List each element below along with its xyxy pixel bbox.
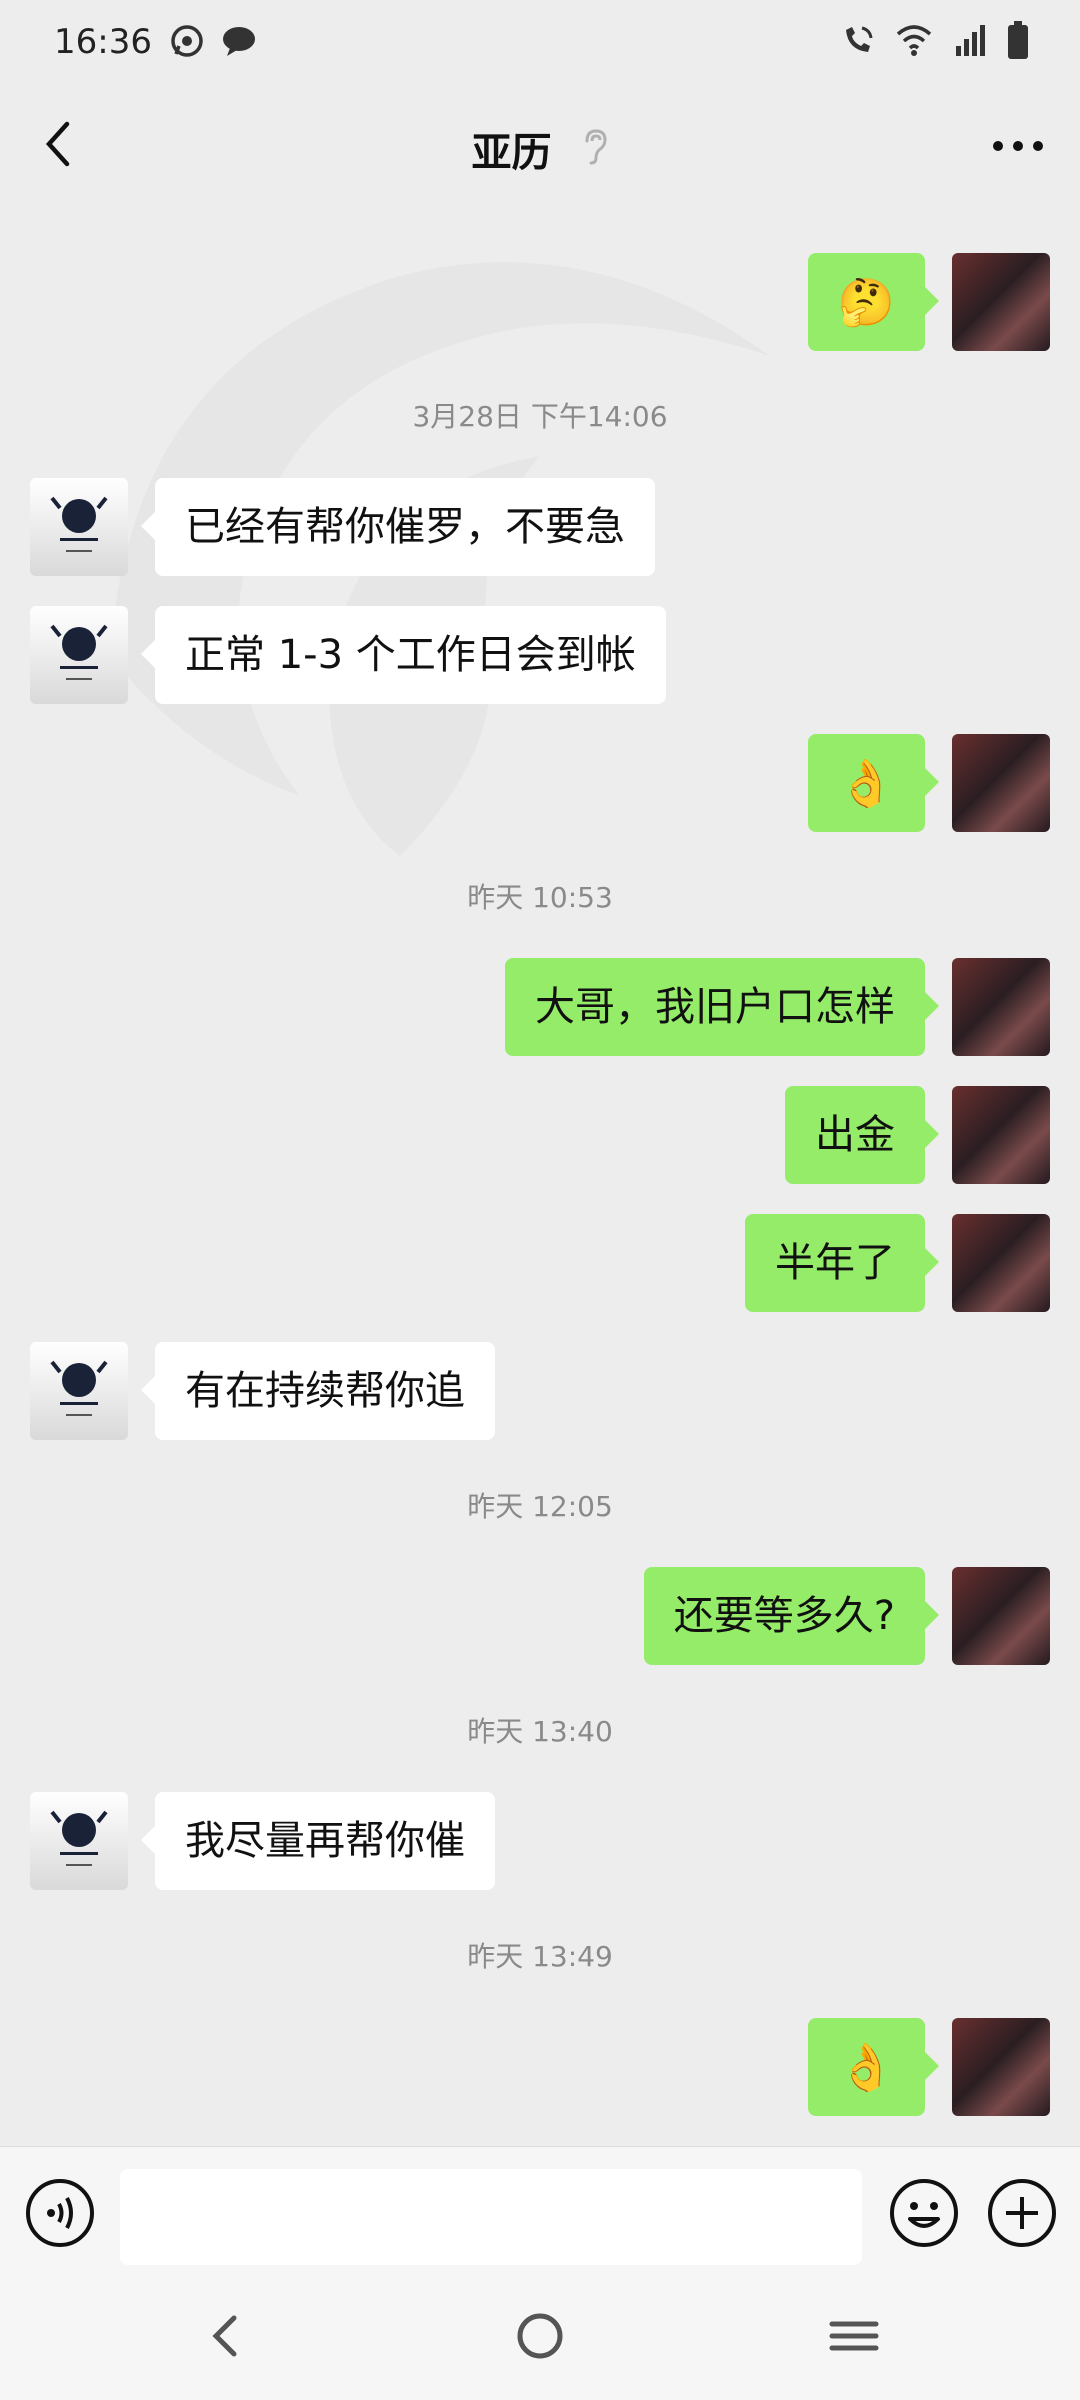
message-bubble-self[interactable]: 大哥，我旧户口怎样 bbox=[505, 958, 939, 1056]
chat-header: 亚历 bbox=[0, 86, 1080, 206]
self-avatar[interactable] bbox=[952, 958, 1050, 1056]
message-bubble-other[interactable]: 我尽量再帮你催 bbox=[141, 1792, 495, 1890]
message-timestamp: 昨天 12:05 bbox=[467, 1490, 613, 1523]
status-notification-icons bbox=[168, 22, 258, 64]
message-bubble-self[interactable]: 还要等多久? bbox=[643, 1567, 940, 1665]
message-input-bar bbox=[0, 2146, 1080, 2277]
message-icon bbox=[220, 22, 258, 64]
chat-title-wrap: 亚历 bbox=[0, 120, 1080, 178]
status-time: 16:36 bbox=[54, 22, 152, 62]
ok-hand-emoji-icon: 👌 bbox=[837, 756, 895, 810]
plus-icon bbox=[986, 2179, 1058, 2253]
contact-avatar[interactable] bbox=[30, 1342, 128, 1440]
more-functions-button[interactable] bbox=[986, 2177, 1058, 2253]
message-timestamp: 昨天 13:40 bbox=[467, 1715, 613, 1748]
more-dots-icon bbox=[992, 137, 1044, 156]
message-timestamp: 昨天 10:53 bbox=[467, 881, 613, 914]
nav-recents-icon bbox=[824, 2321, 884, 2370]
message-bubble-other[interactable]: 有在持续帮你追 bbox=[141, 1342, 495, 1440]
self-avatar[interactable] bbox=[952, 734, 1050, 832]
self-avatar[interactable] bbox=[952, 2018, 1050, 2116]
system-back-button[interactable] bbox=[196, 2306, 256, 2370]
chat-title[interactable]: 亚历 bbox=[471, 130, 551, 176]
status-bar: 16:36 bbox=[0, 0, 1080, 86]
emoji-button[interactable] bbox=[888, 2177, 960, 2253]
message-bubble-self[interactable]: 👌 bbox=[807, 734, 940, 832]
self-avatar[interactable] bbox=[952, 1086, 1050, 1184]
system-home-button[interactable] bbox=[510, 2306, 570, 2370]
message-bubble-other[interactable]: 正常 1-3 个工作日会到帐 bbox=[141, 606, 666, 704]
signal-icon bbox=[952, 22, 988, 62]
self-avatar[interactable] bbox=[952, 253, 1050, 351]
nav-back-icon bbox=[196, 2315, 256, 2370]
emoji-icon bbox=[888, 2179, 960, 2253]
more-options-button[interactable] bbox=[984, 118, 1052, 174]
system-recents-button[interactable] bbox=[824, 2306, 884, 2370]
message-timestamp: 昨天 13:49 bbox=[467, 1940, 613, 1973]
voice-icon bbox=[24, 2179, 96, 2253]
voice-input-button[interactable] bbox=[24, 2177, 96, 2253]
wifi-call-icon bbox=[840, 22, 876, 62]
watermark-logo-icon bbox=[70, 236, 830, 940]
battery-icon bbox=[1006, 20, 1030, 64]
self-avatar[interactable] bbox=[952, 1214, 1050, 1312]
message-bubble-self[interactable]: 👌 bbox=[807, 2018, 940, 2116]
message-text-input[interactable] bbox=[120, 2169, 862, 2265]
ear-icon bbox=[581, 127, 609, 171]
message-bubble-other[interactable]: 已经有帮你催罗，不要急 bbox=[141, 478, 655, 576]
self-avatar[interactable] bbox=[952, 1567, 1050, 1665]
wifi-icon bbox=[894, 22, 934, 62]
chat-message-list[interactable]: 🤔 3月28日 下午14:06 已经有帮你催罗，不要急 正常 1-3 个工作日会… bbox=[0, 206, 1080, 2146]
message-bubble-self[interactable]: 出金 bbox=[785, 1086, 939, 1184]
contact-avatar[interactable] bbox=[30, 1792, 128, 1890]
nav-home-icon bbox=[510, 2313, 570, 2370]
system-navigation-bar bbox=[0, 2276, 1080, 2400]
status-system-icons bbox=[840, 20, 1030, 64]
contact-avatar[interactable] bbox=[30, 478, 128, 576]
contact-avatar[interactable] bbox=[30, 606, 128, 704]
message-bubble-self[interactable]: 半年了 bbox=[745, 1214, 939, 1312]
thinking-emoji-icon: 🤔 bbox=[837, 275, 895, 329]
ok-hand-emoji-icon: 👌 bbox=[837, 2040, 895, 2094]
message-timestamp: 3月28日 下午14:06 bbox=[412, 400, 668, 433]
whatsapp-icon bbox=[168, 22, 206, 64]
message-bubble-self[interactable]: 🤔 bbox=[807, 253, 940, 351]
